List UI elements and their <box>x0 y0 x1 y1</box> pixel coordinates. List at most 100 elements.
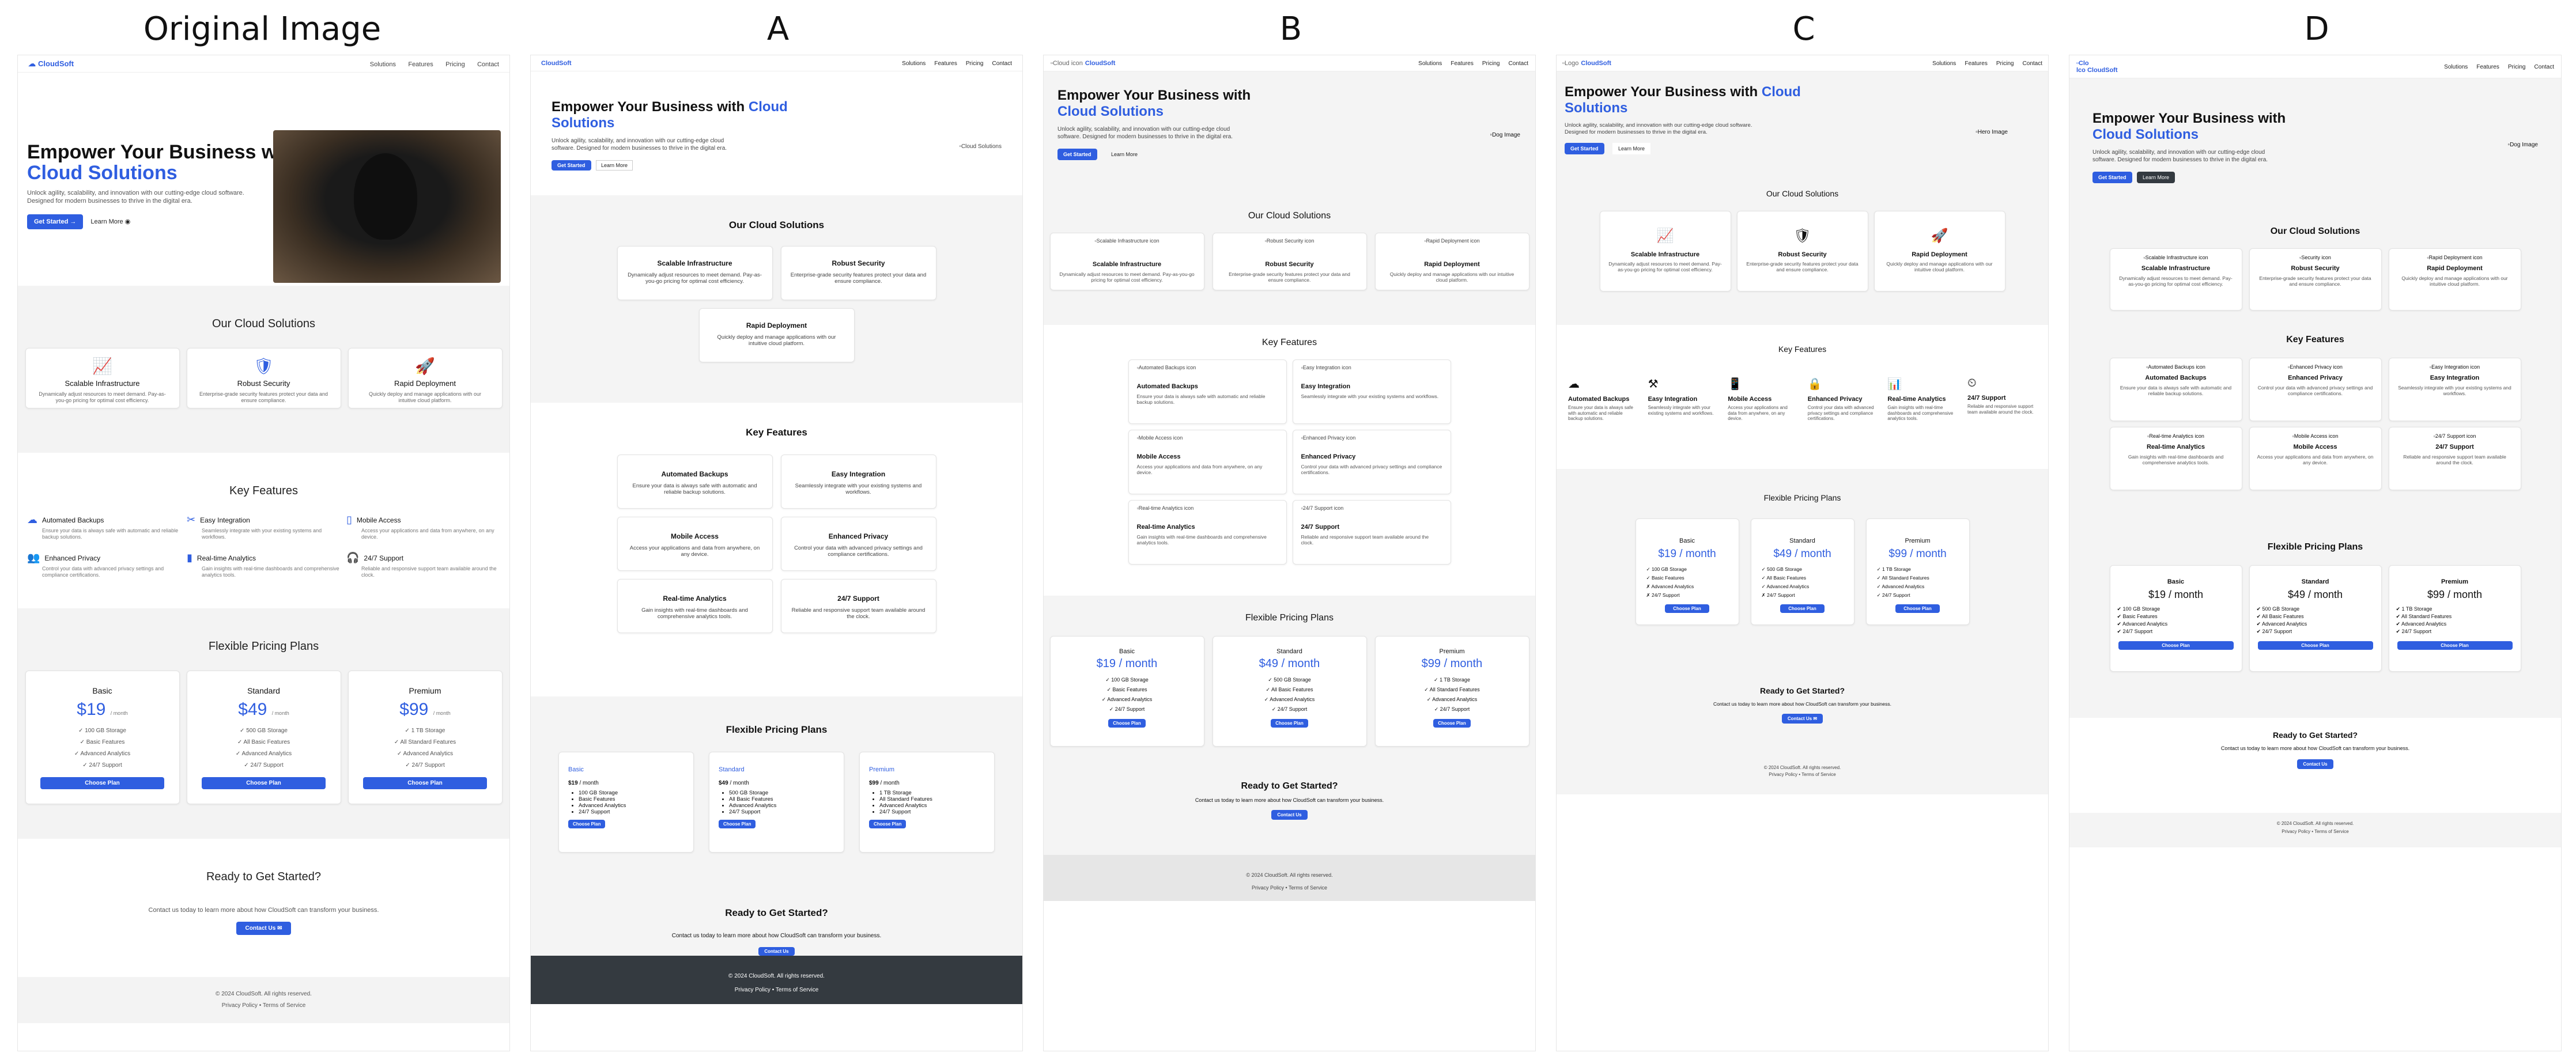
rocket-icon: 🚀 <box>1931 228 1948 244</box>
hero-text: Unlock agility, scalability, and innovat… <box>1057 126 1233 140</box>
privacy-link[interactable]: Privacy Policy <box>1769 772 1797 777</box>
solution-title: Robust Security <box>237 379 290 388</box>
plan-card-basic: Basic$19 / month100 GB StorageBasic Feat… <box>558 752 694 853</box>
feature-integration: ✂ Easy Integration Seamlessly integrate wi… <box>187 514 322 540</box>
contact-us-button[interactable]: Contact Us <box>1271 810 1308 820</box>
solution-card-deployment: 🚀 Rapid Deployment Quickly deploy and mana… <box>1874 211 2005 291</box>
brand-logo[interactable]: CloudSoft <box>541 60 572 67</box>
get-started-button[interactable]: Get Started <box>2092 172 2132 183</box>
broken-image-security-icon: ▫Security icon <box>2299 255 2331 260</box>
privacy-link[interactable]: Privacy Policy <box>1252 885 1284 891</box>
choose-plan-button[interactable]: Choose Plan <box>719 820 756 828</box>
contact-us-button[interactable]: Contact Us <box>2297 759 2333 769</box>
brand-logo[interactable]: ▫Cloud icon CloudSoft <box>1051 60 1115 67</box>
privacy-link[interactable]: Privacy Policy <box>2282 829 2310 834</box>
choose-plan-button[interactable]: Choose Plan <box>869 820 906 828</box>
choose-plan-button[interactable]: Choose Plan <box>568 820 606 828</box>
contact-us-button[interactable]: Contact Us <box>758 947 795 956</box>
terms-link[interactable]: Terms of Service <box>776 987 818 993</box>
nav-link-pricing[interactable]: Pricing <box>1996 60 2014 67</box>
get-started-button[interactable]: Get Started <box>1057 149 1097 160</box>
nav-link-pricing[interactable]: Pricing <box>1482 60 1500 67</box>
nav-link-contact[interactable]: Contact <box>1509 60 1528 67</box>
brand-logo[interactable]: ▫Clo lco CloudSoft <box>2076 60 2118 74</box>
choose-plan-button[interactable]: Choose Plan <box>1108 719 1146 728</box>
nav-link-features[interactable]: Features <box>408 61 433 68</box>
privacy-link[interactable]: Privacy Policy <box>735 987 770 993</box>
get-started-button[interactable]: Get Started <box>552 160 591 171</box>
contact-us-button[interactable]: Contact Us ✉ <box>236 922 292 935</box>
terms-link[interactable]: Terms of Service <box>1289 885 1327 891</box>
column-title-b: B <box>1279 10 1302 48</box>
nav-link-contact[interactable]: Contact <box>2535 64 2554 70</box>
bar-chart-icon: ▮ <box>187 552 192 563</box>
nav-link-pricing[interactable]: Pricing <box>2508 64 2526 70</box>
feature-mobile: ▯ Mobile Access Access your applications a… <box>346 514 494 540</box>
cta-title: Ready to Get Started? <box>2272 730 2358 740</box>
broken-image-analytics-icon: ▫Real-time Analytics icon <box>2147 433 2204 439</box>
learn-more-button[interactable]: Learn More ◉ <box>90 218 130 225</box>
nav-link-pricing[interactable]: Pricing <box>966 60 984 67</box>
privacy-link[interactable]: Privacy Policy <box>222 1002 258 1009</box>
feature-card-backups: Automated Backups Ensure your data is alw… <box>617 455 773 509</box>
nav-link-solutions[interactable]: Solutions <box>1418 60 1442 67</box>
nav-link-solutions[interactable]: Solutions <box>1932 60 1956 67</box>
choose-plan-button[interactable]: Choose Plan <box>2118 641 2234 650</box>
nav-link-solutions[interactable]: Solutions <box>2444 64 2468 70</box>
choose-plan-button[interactable]: Choose Plan <box>1895 604 1940 613</box>
feature-analytics: ▮ Real-time Analytics Gain insights with r… <box>187 552 339 578</box>
choose-plan-button[interactable]: Choose Plan <box>40 777 164 789</box>
solution-card-deployment: 🚀 Rapid Deployment Quickly deploy and mana… <box>348 348 503 408</box>
nav-link-features[interactable]: Features <box>1965 60 1987 67</box>
learn-more-button[interactable]: Learn More <box>1612 143 1651 154</box>
nav-link-contact[interactable]: Contact <box>477 61 499 68</box>
get-started-button[interactable]: Get Started → <box>27 214 84 229</box>
feature-card-mobile: ▫Mobile Access icon Mobile Access Access y… <box>1128 430 1287 494</box>
choose-plan-button[interactable]: Choose Plan <box>1780 604 1825 613</box>
features-section: Key Features Automated Backups Ensure you… <box>531 403 1022 696</box>
choose-plan-button[interactable]: Choose Plan <box>1433 719 1471 728</box>
get-started-button[interactable]: Get Started <box>1565 143 1604 154</box>
choose-plan-button[interactable]: Choose Plan <box>1665 604 1709 613</box>
pricing-section: Flexible Pricing Plans Basic $19 / month ✓… <box>18 608 509 839</box>
nav-link-contact[interactable]: Contact <box>2023 60 2042 67</box>
learn-more-button[interactable]: Learn More <box>1105 149 1143 160</box>
choose-plan-button[interactable]: Choose Plan <box>1271 719 1308 728</box>
feature-card-mobile: Mobile Access Access your applications an… <box>617 517 773 571</box>
nav-link-solutions[interactable]: Solutions <box>370 61 396 68</box>
nav-link-features[interactable]: Features <box>2476 64 2499 70</box>
features-title: Key Features <box>2286 335 2344 344</box>
features-section: Key Features ▫Automated Backups icon Auto… <box>2069 329 2561 531</box>
terms-link[interactable]: Terms of Service <box>263 1002 305 1009</box>
brand-logo[interactable]: ☁ CloudSoft <box>28 59 74 69</box>
learn-more-button[interactable]: Learn More <box>596 160 633 171</box>
cloud-icon: ☁ <box>28 59 36 68</box>
choose-plan-button[interactable]: Choose Plan <box>202 777 326 789</box>
choose-plan-button[interactable]: Choose Plan <box>363 777 487 789</box>
learn-more-button[interactable]: Learn More <box>2137 172 2175 183</box>
nav-link-solutions[interactable]: Solutions <box>902 60 926 67</box>
features-title: Key Features <box>746 427 807 438</box>
panel-original: ☁ CloudSoft Solutions Features Pricing Co… <box>17 55 510 1051</box>
navbar: ▫Logo CloudSoft Solutions Features Pricin… <box>1557 55 2048 71</box>
brand-logo[interactable]: ▫Logo CloudSoft <box>1562 60 1611 67</box>
cloud-icon: ☁ <box>1568 378 1580 391</box>
terms-link[interactable]: Terms of Service <box>2314 829 2349 834</box>
broken-image-backups-icon: ▫Automated Backups icon <box>2146 364 2205 370</box>
solution-card-scalable: 📈 Scalable Infrastructure Dynamically adju… <box>1599 211 1731 291</box>
feature-privacy: 🔒 Enhanced Privacy Control your data with … <box>1808 377 1877 422</box>
terms-link[interactable]: Terms of Service <box>1801 772 1836 777</box>
nav-link-features[interactable]: Features <box>934 60 957 67</box>
cta-text: Contact us today to learn more about how… <box>2220 745 2410 751</box>
nav-link-pricing[interactable]: Pricing <box>445 61 465 68</box>
choose-plan-button[interactable]: Choose Plan <box>2397 641 2513 650</box>
plan-card-standard: Standard $49 / month ✓ 500 GB Storage ✓ All… <box>186 671 341 804</box>
solutions-section: Our Cloud Solutions 📈 Scalable Infrastruc… <box>1557 169 2048 325</box>
solution-card-deployment: ▫Rapid Deployment icon Rapid Deployment Qu… <box>1374 233 1529 290</box>
contact-us-button[interactable]: Contact Us ✉ <box>1781 714 1823 724</box>
nav-link-contact[interactable]: Contact <box>992 60 1012 67</box>
plan-card-premium: Premium $99 / month ✓ 1 TB Storage ✓ All St… <box>1374 636 1529 747</box>
nav-link-features[interactable]: Features <box>1451 60 1473 67</box>
broken-image-support-icon: ▫24/7 Support icon <box>2433 433 2476 439</box>
choose-plan-button[interactable]: Choose Plan <box>2257 641 2373 650</box>
